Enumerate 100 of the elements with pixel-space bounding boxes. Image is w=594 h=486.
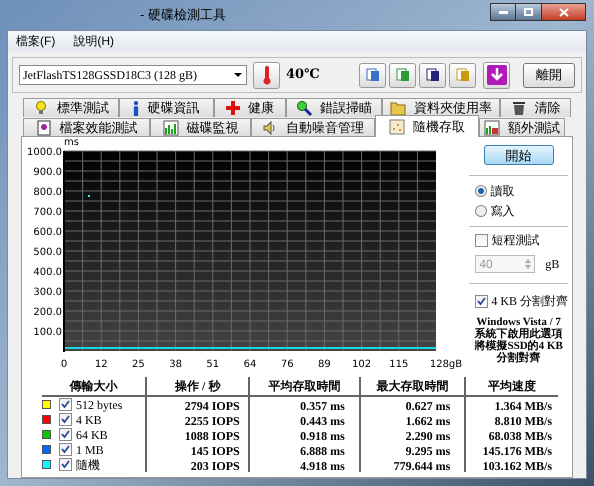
maximize-icon bbox=[524, 8, 533, 16]
x-tick-label: 51 bbox=[206, 359, 220, 369]
tab[interactable]: 資料夾使用率 bbox=[382, 98, 500, 117]
table-cell: 8.810 MB/s bbox=[464, 412, 558, 427]
radio-label: 讀取 bbox=[490, 183, 514, 200]
x-tick-label: 64 bbox=[244, 359, 256, 369]
column-header: 傳輸大小 bbox=[68, 378, 119, 395]
checkmark-icon bbox=[477, 296, 486, 306]
tab[interactable]: 額外測試 bbox=[479, 118, 565, 137]
y-tick-label: 100.0 bbox=[33, 327, 62, 338]
y-tick-label: 700.0 bbox=[33, 207, 62, 218]
tab[interactable]: 隨機存取 bbox=[375, 115, 479, 137]
minimize-icon bbox=[498, 10, 508, 14]
x-tick-label: 115 bbox=[389, 359, 408, 369]
size-unit: gB bbox=[545, 256, 560, 273]
checkbox[interactable] bbox=[59, 443, 72, 456]
table-cell: 0.627 ms bbox=[358, 397, 464, 412]
thermometer-button[interactable] bbox=[253, 62, 280, 88]
checkbox[interactable] bbox=[59, 428, 72, 441]
temperature-reading: 40℃ bbox=[286, 66, 320, 84]
table-cell: 0.918 ms bbox=[248, 427, 359, 442]
table-cell: 4.918 ms bbox=[248, 457, 359, 472]
table-cell: 1088 IOPS bbox=[144, 427, 248, 442]
note-line: 系統下啟用此選項 bbox=[474, 328, 563, 340]
table-cell: 103.162 MB/s bbox=[464, 457, 558, 472]
note-line: 將模擬SSD的4 KB bbox=[474, 340, 563, 352]
checkbox[interactable] bbox=[475, 234, 488, 246]
magnifier-icon bbox=[296, 100, 312, 116]
copy-image-icon bbox=[394, 67, 410, 83]
minimize-button[interactable] bbox=[490, 3, 516, 21]
checkbox[interactable] bbox=[475, 294, 488, 308]
checkbox-label: 短程測試 bbox=[491, 232, 540, 249]
tab[interactable]: 磁碟監視 bbox=[150, 118, 251, 137]
window-title: - 硬碟檢測工具 bbox=[140, 6, 226, 24]
radio-button[interactable] bbox=[475, 205, 488, 217]
table-cell: 2.290 ms bbox=[358, 427, 464, 442]
table-cell: 145.176 MB/s bbox=[464, 442, 558, 457]
y-tick-label: 1000.0 bbox=[27, 147, 62, 158]
table-cell: 2794 IOPS bbox=[144, 397, 248, 412]
cross-icon bbox=[226, 101, 240, 115]
maximize-button[interactable] bbox=[516, 3, 542, 21]
radio-button[interactable] bbox=[475, 185, 488, 197]
toolbar-button[interactable] bbox=[419, 62, 446, 88]
table-cell-text: 1 MB bbox=[76, 442, 104, 458]
x-tick-label: 89 bbox=[318, 359, 331, 369]
checkbox[interactable] bbox=[59, 398, 72, 411]
table-cell: 1.364 MB/s bbox=[464, 397, 558, 412]
table-cell-text: 4 KB bbox=[76, 412, 102, 428]
table-cell: 145 IOPS bbox=[144, 442, 248, 457]
table-cell: 6.888 ms bbox=[248, 442, 359, 457]
checkbox[interactable] bbox=[59, 413, 72, 426]
table-cell: 1.662 ms bbox=[358, 412, 464, 427]
tab[interactable]: 健康 bbox=[214, 98, 286, 117]
x-tick-label: 12 bbox=[94, 359, 108, 369]
x-tick-label: 102 bbox=[352, 359, 372, 369]
column-header: 平均速度 bbox=[464, 377, 558, 395]
y-tick-label: 500.0 bbox=[33, 247, 62, 258]
table-cell: 68.038 MB/s bbox=[464, 427, 558, 442]
y-tick-label: 800.0 bbox=[33, 187, 62, 198]
start-button[interactable]: 開始 bbox=[484, 145, 554, 165]
checkbox[interactable] bbox=[59, 458, 72, 471]
close-button[interactable] bbox=[542, 3, 586, 21]
x-tick-label: 25 bbox=[132, 359, 145, 369]
checkbox-label: 4 KB 分割對齊 bbox=[491, 293, 568, 310]
caret-icon bbox=[234, 73, 242, 77]
table-cell: 779.644 ms bbox=[358, 457, 464, 472]
menu-item[interactable]: 檔案(F) bbox=[16, 32, 56, 50]
drive-dropdown[interactable]: JetFlashTS128GSSD18C3 (128 gB) bbox=[19, 65, 247, 85]
y-tick-label: 400.0 bbox=[33, 267, 62, 278]
y-tick-label: 600.0 bbox=[33, 227, 62, 238]
table-cell-text: 64 KB bbox=[76, 426, 108, 444]
table-cell: 203 IOPS bbox=[144, 457, 248, 472]
tab[interactable]: 硬碟資訊 bbox=[118, 98, 214, 117]
x-tick-label: 0 bbox=[60, 359, 68, 369]
x-tick-label: 128gB bbox=[430, 359, 462, 369]
y-tick-label: 900.0 bbox=[33, 167, 62, 178]
tab[interactable]: 清除 bbox=[500, 98, 572, 117]
download-button[interactable] bbox=[483, 62, 510, 88]
table-cell: 9.295 ms bbox=[358, 442, 464, 457]
tab[interactable]: 自動噪音管理 bbox=[251, 118, 375, 137]
note-line: 分割對齊 bbox=[496, 352, 541, 364]
table-cell: 0.443 ms bbox=[248, 412, 359, 427]
column-header: 最大存取時間 bbox=[359, 377, 464, 395]
tab[interactable]: 標準測試 bbox=[23, 98, 119, 117]
x-tick-label: 38 bbox=[169, 359, 182, 369]
table-cell: 2255 IOPS bbox=[144, 412, 248, 427]
table-cell-text: 隨機 bbox=[76, 456, 100, 474]
table-cell-text: 512 bytes bbox=[76, 396, 122, 414]
close-icon bbox=[558, 8, 568, 16]
menu-item[interactable]: 說明(H) bbox=[73, 32, 114, 50]
scatter-icon bbox=[389, 118, 405, 134]
axis-unit: ms bbox=[64, 136, 79, 150]
column-header: 操作 / 秒 bbox=[145, 377, 248, 395]
thermometer-icon bbox=[262, 65, 272, 85]
tab[interactable]: 檔案效能測試 bbox=[23, 118, 150, 137]
trash-icon bbox=[510, 100, 527, 116]
column-header: 平均存取時間 bbox=[248, 377, 360, 395]
exit-button[interactable]: 離開 bbox=[523, 62, 575, 88]
copy-icon bbox=[364, 67, 380, 83]
tab[interactable]: 錯誤掃瞄 bbox=[286, 98, 382, 117]
